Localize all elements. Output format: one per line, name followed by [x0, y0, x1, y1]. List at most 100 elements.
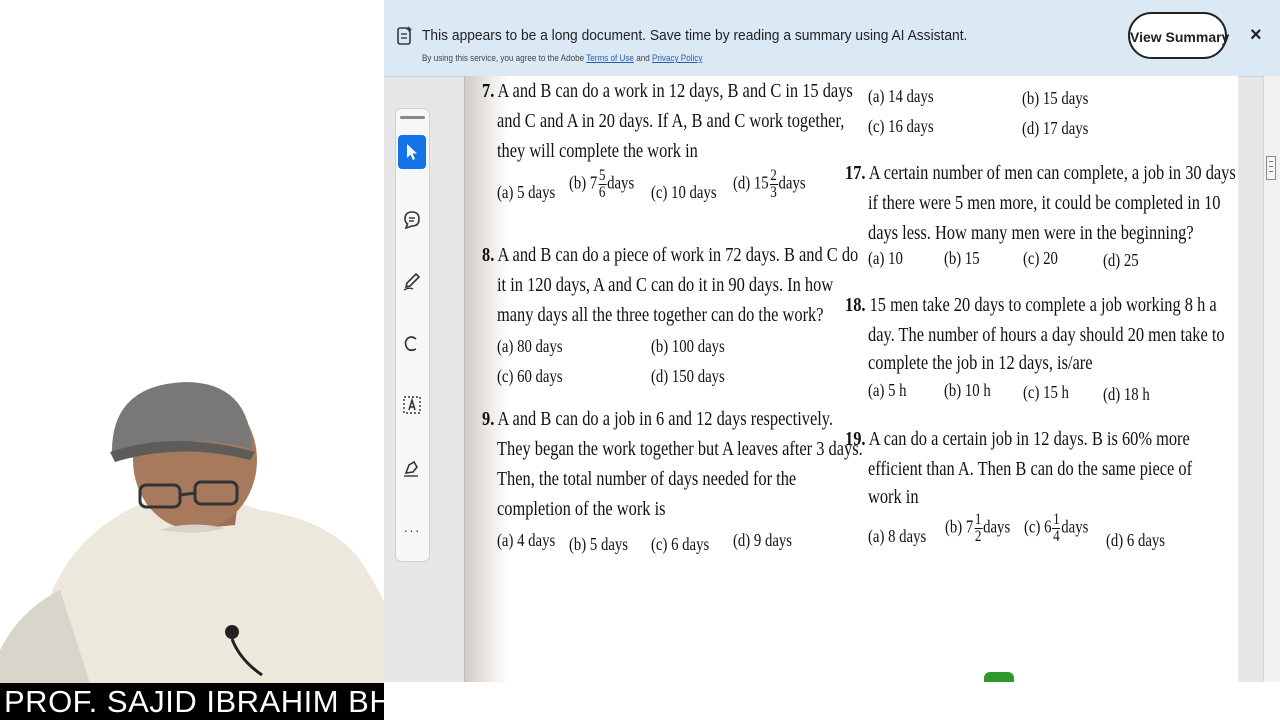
ai-assistant-banner: This appears to be a long document. Save… [384, 0, 1280, 77]
fraction-numerator: 5 [598, 167, 607, 185]
question-line: A and B can do a piece of work in 72 day… [497, 244, 859, 266]
option-a: (a) 14 days [868, 86, 934, 106]
question-number: 19. [845, 428, 866, 450]
option-label: (d) 15 [733, 172, 769, 193]
text-box-icon [403, 396, 421, 414]
fraction-denominator: 3 [770, 184, 777, 201]
option-label: (c) 6 [1024, 516, 1052, 537]
cursor-arrow-icon [407, 144, 417, 160]
fraction: 12 [974, 512, 983, 545]
question-line: efficient than A. Then B can do the same… [868, 458, 1193, 480]
question-line: if there were 5 men more, it could be co… [868, 192, 1221, 214]
option-unit: days [1061, 516, 1089, 537]
pdf-viewer: This appears to be a long document. Save… [384, 0, 1280, 720]
option-a: (a) 80 days [497, 336, 563, 356]
freehand-tool-button[interactable] [398, 327, 426, 361]
question-number: 8. [482, 244, 495, 266]
option-label: (b) 7 [945, 516, 974, 537]
draw-tool-button[interactable] [398, 264, 426, 298]
option-d: (d) 6 days [1106, 530, 1166, 550]
select-tool-button[interactable] [398, 135, 426, 169]
question-line: completion of the work is [497, 498, 666, 520]
terms-of-use-link[interactable]: Terms of Use [586, 53, 634, 63]
option-a: (a) 5 days [497, 182, 556, 202]
option-c: (c) 60 days [497, 366, 563, 386]
pdf-page: 7. A and B can do a work in 12 days, B a… [464, 76, 1238, 682]
option-c: (c) 6 1 4 days [1024, 512, 1088, 545]
option-b: (b) 10 h [944, 380, 991, 400]
question-18: 18. 15 men take 20 days to complete a jo… [845, 290, 1217, 320]
fraction-denominator: 2 [974, 528, 982, 545]
more-dots-icon: ··· [403, 522, 421, 538]
question-19: 19. A can do a certain job in 12 days. B… [845, 424, 1190, 454]
ai-document-icon [397, 26, 413, 45]
question-9: 9. A and B can do a job in 6 and 12 days… [482, 404, 833, 434]
option-unit: days [778, 172, 806, 193]
scrollbar-thumb[interactable] [1266, 156, 1276, 180]
close-banner-button[interactable]: × [1250, 24, 1262, 47]
fraction-denominator: 6 [598, 184, 606, 201]
next-page-icon-glimpse [984, 672, 1014, 682]
option-b: (b) 15 days [1022, 88, 1089, 108]
fraction: 56 [598, 167, 607, 201]
option-d: (d) 25 [1103, 250, 1139, 270]
question-line: 15 men take 20 days to complete a job wo… [869, 294, 1217, 316]
option-a: (a) 4 days [497, 530, 556, 550]
question-line: and C and A in 20 days. If A, B and C wo… [497, 110, 845, 132]
option-a: (a) 5 h [868, 380, 907, 400]
viewer-bottom-bar [384, 682, 1280, 720]
option-c: (c) 6 days [651, 534, 710, 554]
question-number: 7. [482, 80, 495, 102]
question-line: complete the job in 12 days, is/are [868, 352, 1093, 374]
question-line: A and B can do a work in 12 days, B and … [497, 80, 853, 102]
question-line: A and B can do a job in 6 and 12 days re… [497, 408, 834, 430]
fraction-numerator: 2 [769, 167, 778, 185]
question-line: Then, the total number of days needed fo… [497, 468, 797, 490]
option-unit: days [983, 516, 1011, 537]
question-number: 18. [845, 294, 866, 316]
pen-sign-icon [404, 460, 418, 477]
rail-grip-handle[interactable] [400, 116, 425, 119]
option-d: (d) 15 2 3 days [733, 168, 806, 201]
comment-tool-button[interactable] [398, 203, 426, 237]
option-b: (b) 7 5 6 days [569, 168, 634, 201]
question-line: days less. How many men were in the begi… [868, 222, 1194, 244]
fraction-numerator: 1 [1052, 511, 1061, 529]
banner-legal-text: By using this service, you agree to the … [422, 53, 702, 63]
question-line: they will complete the work in [497, 140, 698, 162]
question-17: 17. A certain number of men can complete… [845, 158, 1236, 188]
option-d: (d) 18 h [1103, 384, 1150, 404]
banner-message: This appears to be a long document. Save… [422, 27, 968, 44]
view-summary-button[interactable]: View Summary [1128, 12, 1229, 59]
lasso-icon [404, 336, 417, 352]
question-7: 7. A and B can do a work in 12 days, B a… [482, 76, 853, 106]
question-line: A can do a certain job in 12 days. B is … [868, 428, 1190, 450]
option-c: (c) 15 h [1023, 382, 1069, 402]
option-d: (d) 150 days [651, 366, 725, 386]
question-line: day. The number of hours a day should 20… [868, 324, 1225, 346]
option-c: (c) 10 days [651, 182, 717, 202]
option-unit: days [607, 172, 635, 193]
more-tools-button[interactable]: ··· [398, 513, 426, 547]
privacy-policy-link[interactable]: Privacy Policy [652, 53, 702, 63]
option-a: (a) 8 days [868, 526, 927, 546]
question-number: 9. [482, 408, 495, 430]
option-d: (d) 9 days [733, 530, 793, 550]
quick-tools-rail: ··· [395, 108, 430, 562]
option-label: (b) 7 [569, 172, 598, 193]
legal-prefix: By using this service, you agree to the … [422, 53, 585, 63]
text-select-tool-button[interactable] [398, 388, 426, 422]
option-b: (b) 100 days [651, 336, 725, 356]
question-line: They began the work together but A leave… [497, 438, 863, 460]
fill-sign-tool-button[interactable] [398, 451, 426, 485]
comment-icon [404, 211, 420, 230]
option-b: (b) 7 1 2 days [945, 512, 1010, 545]
option-c: (c) 16 days [868, 116, 934, 136]
question-line: many days all the three together can do … [497, 304, 824, 326]
question-8: 8. A and B can do a piece of work in 72 … [482, 240, 858, 270]
option-b: (b) 15 [944, 248, 980, 268]
option-d: (d) 17 days [1022, 118, 1089, 138]
fraction-denominator: 4 [1053, 528, 1060, 545]
question-number: 17. [845, 162, 866, 184]
pencil-icon [403, 272, 421, 291]
